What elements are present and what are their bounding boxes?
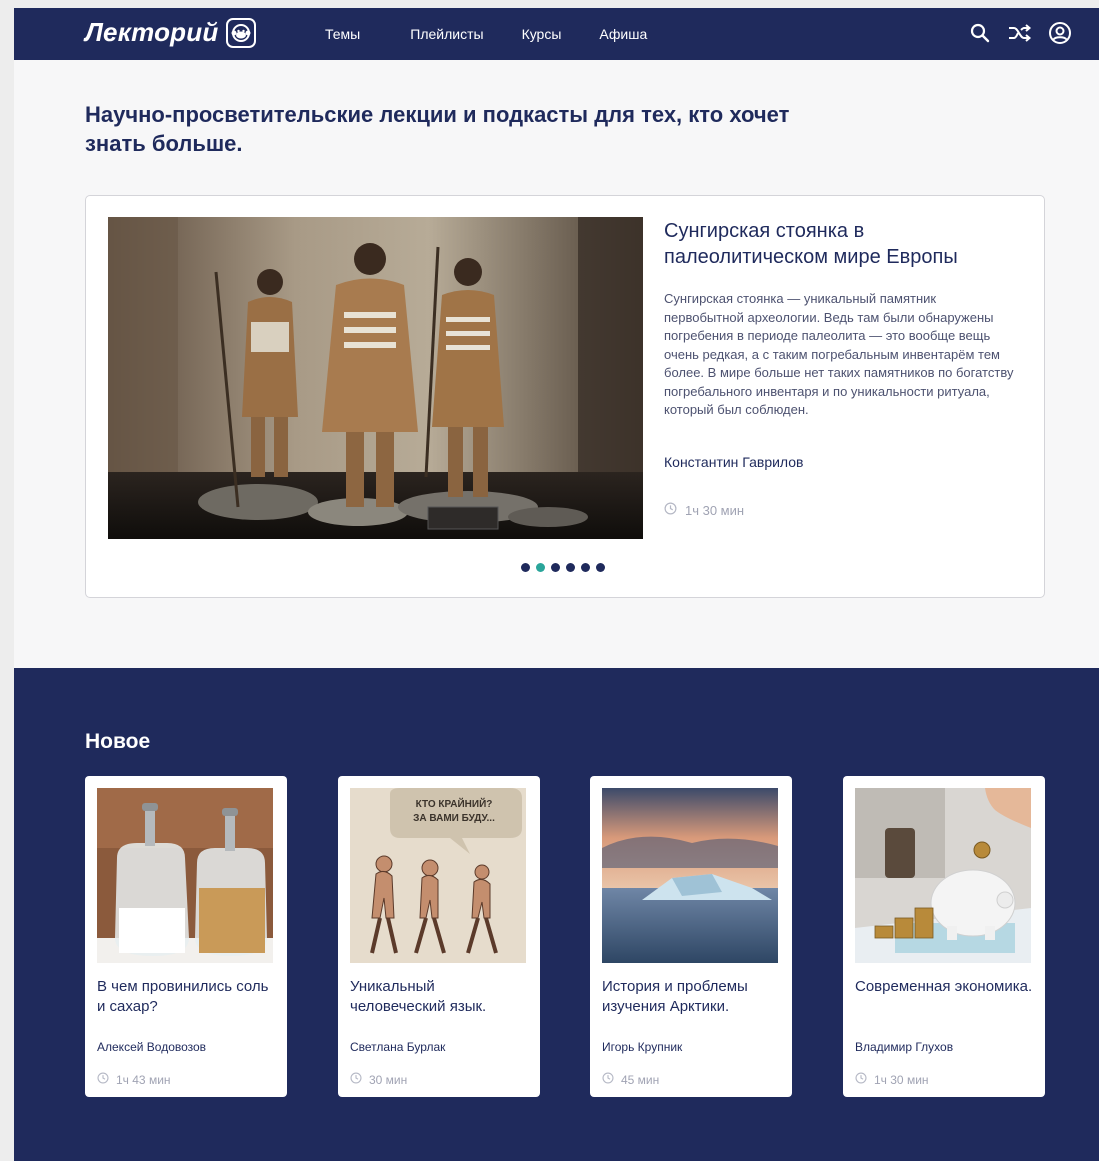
section-title-new: Новое	[85, 730, 151, 753]
featured-lecture-duration: 1ч 30 мин	[664, 502, 744, 518]
carousel-pagination	[521, 563, 605, 572]
duration-text: 1ч 30 мин	[874, 1072, 929, 1087]
carousel-dot-4[interactable]	[566, 563, 575, 572]
nav-link-topics[interactable]: Темы	[325, 26, 360, 42]
clock-icon	[350, 1072, 362, 1087]
nav-link-courses[interactable]: Курсы	[522, 26, 562, 42]
carousel-dot-2[interactable]	[536, 563, 545, 572]
image-caption-line-1: КТО КРАЙНИЙ?	[416, 797, 493, 810]
lecture-card-duration: 1ч 43 мин	[97, 1072, 171, 1087]
carousel-dot-6[interactable]	[596, 563, 605, 572]
image-caption-line-2: ЗА ВАМИ БУДУ...	[413, 813, 495, 824]
page: Лекторий Темы Плейлисты Курсы Афиша Науч…	[14, 8, 1099, 1161]
new-lectures-section: Новое В чем провинились соль и сахар? Ал…	[14, 668, 1099, 1161]
nav-link-playlists[interactable]: Плейлисты	[410, 26, 483, 42]
clock-icon	[664, 502, 677, 518]
site-logo[interactable]: Лекторий	[85, 17, 257, 48]
page-headline: Научно-просветительские лекции и подкаст…	[85, 102, 790, 156]
user-icon[interactable]	[1047, 20, 1073, 46]
lecture-card-title[interactable]: Современная экономика.	[855, 977, 1035, 997]
duration-text: 30 мин	[369, 1072, 408, 1087]
carousel-dot-3[interactable]	[551, 563, 560, 572]
nav-actions	[967, 20, 1073, 46]
featured-lecture-image[interactable]	[108, 217, 643, 539]
lecture-card-duration: 1ч 30 мин	[855, 1072, 929, 1087]
clock-icon	[855, 1072, 867, 1087]
clock-icon	[97, 1072, 109, 1087]
shuffle-icon[interactable]	[1007, 20, 1033, 46]
lecture-card-image[interactable]: КТО КРАЙНИЙ? ЗА ВАМИ БУДУ...	[350, 788, 526, 963]
nav-link-events[interactable]: Афиша	[599, 26, 647, 42]
lecture-card-title[interactable]: В чем провинились соль и сахар?	[97, 977, 277, 1017]
featured-lecture-card[interactable]: Сунгирская стоянка в палеолитическом мир…	[85, 195, 1045, 598]
main-nav: Темы Плейлисты Курсы Афиша	[325, 8, 697, 60]
lecture-card-image[interactable]	[97, 788, 273, 963]
lecture-card-title[interactable]: Уникальный человеческий язык.	[350, 977, 530, 1017]
clock-icon	[602, 1072, 614, 1087]
lecture-card[interactable]: В чем провинились соль и сахар? Алексей …	[85, 776, 287, 1097]
featured-lecture-description: Сунгирская стоянка — уникальный памятник…	[664, 291, 1014, 417]
lecture-card[interactable]: История и проблемы изучения Арктики. Иго…	[590, 776, 792, 1097]
carousel-dot-1[interactable]	[521, 563, 530, 572]
lecture-card[interactable]: КТО КРАЙНИЙ? ЗА ВАМИ БУДУ... Уникальный …	[338, 776, 540, 1097]
lecture-card-duration: 30 мин	[350, 1072, 407, 1087]
search-icon[interactable]	[967, 20, 993, 46]
lecture-card-author[interactable]: Владимир Глухов	[855, 1040, 953, 1054]
lecture-card-title[interactable]: История и проблемы изучения Арктики.	[602, 977, 782, 1017]
featured-lecture-title[interactable]: Сунгирская стоянка в палеолитическом мир…	[664, 218, 1024, 270]
lecture-card-image[interactable]	[855, 788, 1031, 963]
lecture-card-author[interactable]: Светлана Бурлак	[350, 1040, 445, 1054]
duration-text: 1ч 30 мин	[685, 502, 745, 518]
lecture-card-author[interactable]: Игорь Крупник	[602, 1040, 682, 1054]
top-navbar: Лекторий Темы Плейлисты Курсы Афиша	[14, 8, 1099, 60]
logo-text[interactable]: Лекторий	[85, 17, 218, 48]
lecture-card-image[interactable]	[602, 788, 778, 963]
duration-text: 1ч 43 мин	[116, 1072, 171, 1087]
carousel-dot-5[interactable]	[581, 563, 590, 572]
duration-text: 45 мин	[621, 1072, 660, 1087]
lecture-card-duration: 45 мин	[602, 1072, 659, 1087]
featured-lecture-author[interactable]: Константин Гаврилов	[664, 454, 803, 470]
monkey-logo-icon	[226, 17, 257, 48]
lecture-card-author[interactable]: Алексей Водовозов	[97, 1040, 206, 1054]
lecture-card[interactable]: Современная экономика. Владимир Глухов 1…	[843, 776, 1045, 1097]
